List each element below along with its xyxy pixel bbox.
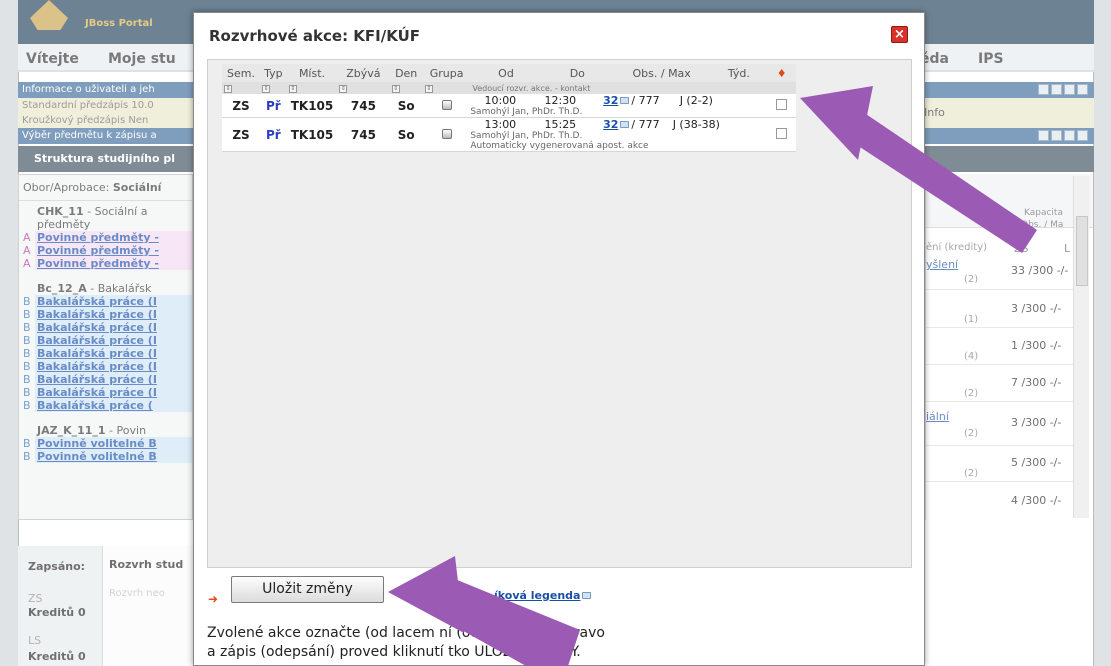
cell-typ: Př	[259, 94, 287, 118]
sort-cell: ⇕	[389, 82, 423, 94]
cell-tyd: J (38-38)	[672, 118, 720, 131]
col-do[interactable]: Do	[541, 64, 613, 82]
event-note: Automaticky vygenerovaná apost. akce	[470, 141, 649, 151]
col-obs-max[interactable]: Obs. / Max	[612, 64, 711, 82]
col-zbyva[interactable]: Zbývá	[337, 64, 390, 82]
max-value: / 777	[631, 118, 660, 131]
cell-zbyva: 745	[337, 94, 390, 118]
row-checkbox[interactable]	[776, 98, 788, 110]
sort-cell: ⇕	[337, 82, 390, 94]
teacher-name: Samohýl Jan, PhDr. Th.D.	[470, 131, 583, 141]
cell-grupa	[422, 117, 471, 152]
max-value: / 777	[631, 94, 660, 107]
cell-obs-max: 32 / 777	[590, 118, 672, 131]
arrow-right-icon: ➜	[208, 592, 219, 606]
cell-typ: Př	[259, 117, 287, 152]
sort-cell: ⇕	[259, 82, 287, 94]
cell-obs-max: 32 / 777	[590, 94, 672, 107]
cell-mist: TK105	[286, 117, 338, 152]
sort-cell: ⇕	[286, 82, 338, 94]
group-icon	[441, 99, 452, 110]
cell-select	[767, 94, 796, 118]
sort-icon[interactable]: ⇕	[339, 85, 348, 93]
sort-icon[interactable]: ⇕	[391, 85, 400, 93]
comment-icon[interactable]	[620, 97, 630, 104]
row-checkbox[interactable]	[776, 127, 788, 139]
col-den[interactable]: Den	[389, 64, 423, 82]
table-row: ZS Př TK105 745 So 13:00 15:25 32 / 777 J…	[222, 117, 796, 152]
comment-icon	[582, 592, 592, 599]
sort-cell: ⇕	[222, 82, 260, 94]
col-typ[interactable]: Typ	[259, 64, 287, 82]
cell-time-block: 10:00 12:30 32 / 777 J (2-2) Samohýl Jan,…	[470, 94, 768, 118]
modal-title: Rozvrhové akce: KFI/KÚF	[209, 27, 421, 45]
cell-select	[767, 117, 796, 152]
cell-den: So	[389, 94, 423, 118]
comment-icon[interactable]	[620, 121, 630, 128]
close-icon[interactable]: ×	[891, 26, 908, 43]
col-select[interactable]: ♦	[767, 64, 796, 82]
arrow-down-icon[interactable]: ♦	[777, 67, 787, 80]
cell-den: So	[389, 117, 423, 152]
sort-note: Vedoucí rozvr. akce. - kontakt	[470, 82, 768, 94]
cell-grupa	[422, 94, 471, 118]
cell-tyd: J (2-2)	[679, 94, 713, 107]
legend-link[interactable]: íková legenda	[494, 589, 593, 602]
table-header: Sem. Typ Míst. Zbývá Den Grupa Od Do Obs…	[222, 64, 796, 82]
cell-do: 12:30	[544, 94, 577, 107]
cell-sem: ZS	[222, 94, 260, 118]
schedule-modal: Rozvrhové akce: KFI/KÚF × Sem. Typ Míst.…	[193, 12, 925, 666]
cell-zbyva: 745	[337, 117, 390, 152]
cell-od: 10:00	[484, 94, 517, 107]
sort-icon[interactable]: ⇕	[261, 85, 270, 93]
cell-do: 15:25	[544, 118, 577, 131]
cell-od: 13:00	[484, 118, 517, 131]
schedule-table: Sem. Typ Míst. Zbývá Den Grupa Od Do Obs…	[222, 64, 796, 152]
sort-icon[interactable]: ⇕	[288, 85, 297, 93]
col-sem[interactable]: Sem.	[222, 64, 260, 82]
sort-cell: ⇕	[422, 82, 471, 94]
col-od[interactable]: Od	[470, 64, 542, 82]
obs-link[interactable]: 32	[603, 118, 618, 131]
sort-icon[interactable]: ⇕	[424, 85, 433, 93]
sort-row: ⇕ ⇕ ⇕ ⇕ ⇕ ⇕ Vedoucí rozvr. akce. - konta…	[222, 82, 796, 94]
col-mist[interactable]: Míst.	[286, 64, 338, 82]
sort-cell	[767, 82, 796, 94]
instructions: Zvolené akce označte (od lacem ní (odškr…	[207, 624, 605, 662]
obs-link[interactable]: 32	[603, 94, 618, 107]
col-grupa[interactable]: Grupa	[422, 64, 471, 82]
instructions-line-1: Zvolené akce označte (od lacem ní (odškr…	[207, 625, 605, 641]
sort-icon[interactable]: ⇕	[224, 85, 232, 93]
cell-time-block: 13:00 15:25 32 / 777 J (38-38) Samohýl Ja…	[470, 117, 768, 152]
group-icon	[441, 128, 452, 139]
cell-sem: ZS	[222, 117, 260, 152]
save-changes-button[interactable]: Uložit změny	[231, 576, 384, 603]
col-tyd[interactable]: Týd.	[710, 64, 768, 82]
teacher-name: Samohýl Jan, PhDr. Th.D.	[470, 107, 583, 117]
cell-mist: TK105	[286, 94, 338, 118]
legend-link-label: íková legenda	[494, 589, 581, 602]
modal-body: Sem. Typ Míst. Zbývá Den Grupa Od Do Obs…	[207, 59, 912, 568]
instructions-line-2: a zápis (odepsání) proved kliknutí tko U…	[207, 644, 581, 660]
table-row: ZS Př TK105 745 So 10:00 12:30 32 / 777 J…	[222, 94, 796, 118]
